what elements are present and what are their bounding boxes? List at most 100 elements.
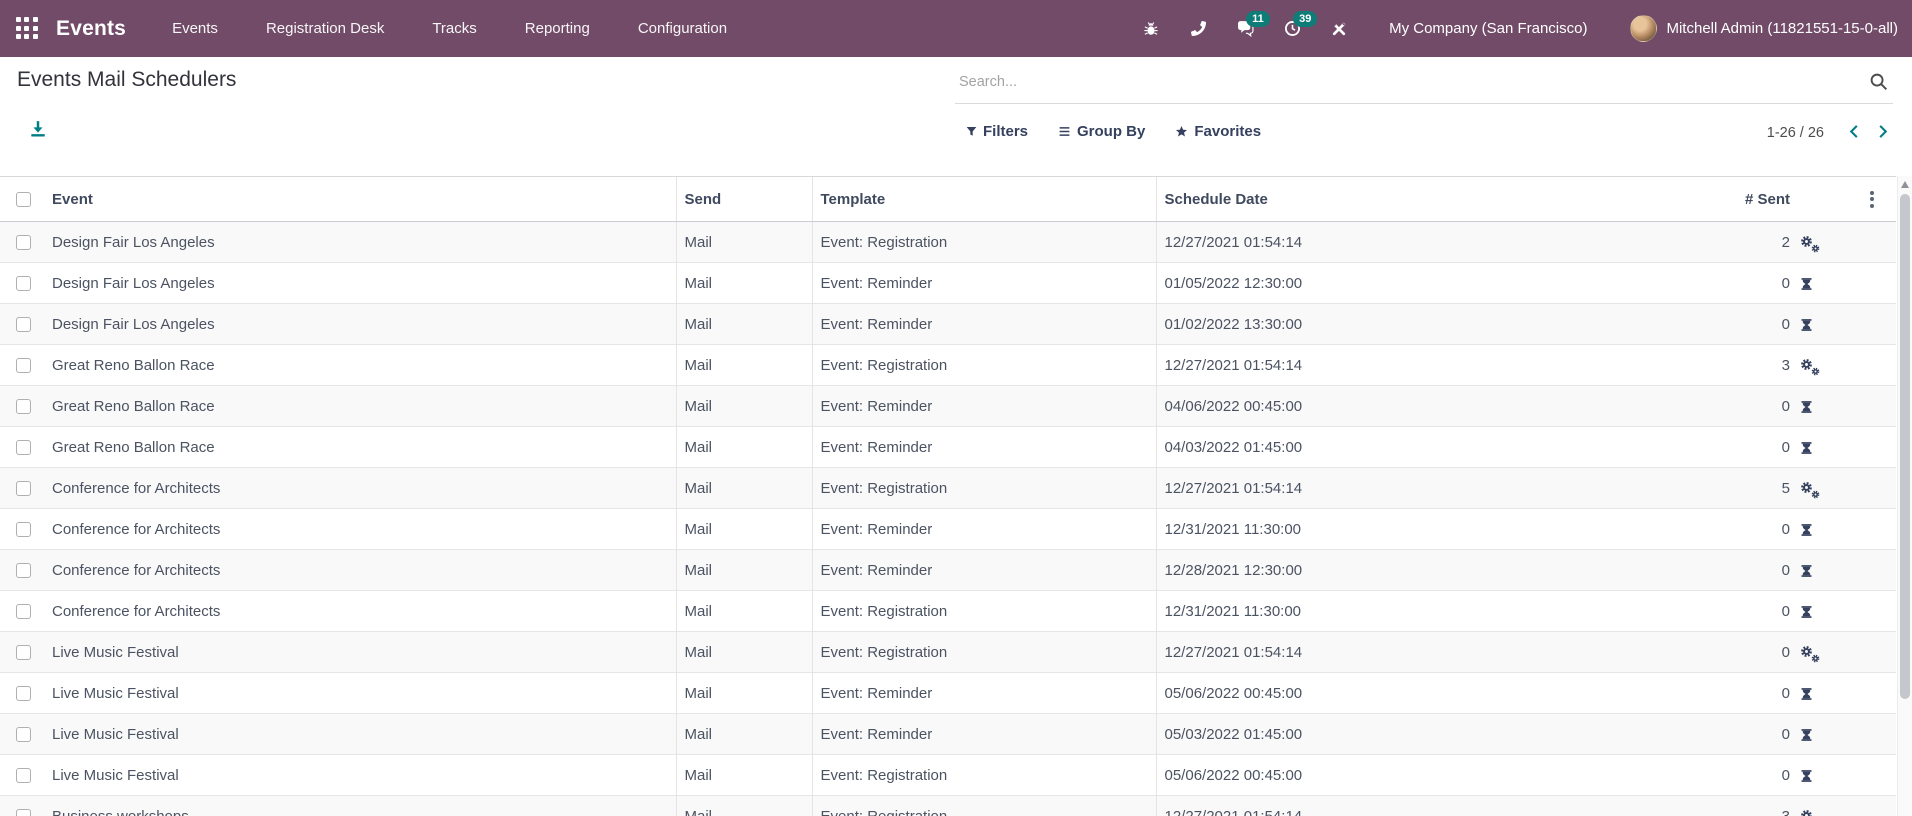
- phone-icon[interactable]: [1187, 18, 1209, 40]
- table-row[interactable]: Live Music Festival Mail Event: Reminder…: [0, 672, 1896, 714]
- row-checkbox[interactable]: [16, 603, 31, 619]
- menu-item-configuration[interactable]: Configuration: [636, 14, 729, 43]
- cell-schedule-date: 01/05/2022 12:30:00: [1155, 262, 1640, 304]
- row-checkbox[interactable]: [16, 234, 31, 250]
- table-row[interactable]: Design Fair Los Angeles Mail Event: Regi…: [0, 221, 1896, 263]
- column-header-sent[interactable]: # Sent: [1640, 176, 1796, 222]
- search-bar: [955, 60, 1893, 104]
- row-checkbox[interactable]: [16, 357, 31, 373]
- hourglass-icon: [1800, 316, 1813, 333]
- row-checkbox[interactable]: [16, 767, 31, 783]
- table-row[interactable]: Conference for Architects Mail Event: Re…: [0, 508, 1896, 550]
- row-checkbox[interactable]: [16, 398, 31, 414]
- cell-template: Event: Registration: [811, 590, 1156, 632]
- column-header-schedule-date[interactable]: Schedule Date: [1155, 176, 1640, 222]
- search-icon[interactable]: [1869, 72, 1889, 92]
- cell-sent: 0: [1640, 754, 1796, 796]
- group-by-button[interactable]: Group By: [1058, 123, 1145, 140]
- cell-send: Mail: [675, 672, 812, 714]
- row-checkbox[interactable]: [16, 316, 31, 332]
- favorites-button[interactable]: Favorites: [1175, 123, 1261, 140]
- group-by-icon: [1058, 125, 1071, 138]
- cell-sent: 3: [1640, 795, 1796, 816]
- scroll-up-arrow-icon[interactable]: [1901, 181, 1909, 188]
- cell-template: Event: Reminder: [811, 426, 1156, 468]
- cell-schedule-date: 12/27/2021 01:54:14: [1155, 467, 1640, 509]
- hourglass-icon: [1800, 767, 1813, 784]
- column-header-template[interactable]: Template: [811, 176, 1156, 222]
- table-row[interactable]: Great Reno Ballon Race Mail Event: Regis…: [0, 344, 1896, 386]
- cell-send: Mail: [675, 508, 812, 550]
- cell-sent: 3: [1640, 344, 1796, 386]
- cell-schedule-date: 12/27/2021 01:54:14: [1155, 221, 1640, 263]
- cell-template: Event: Reminder: [811, 672, 1156, 714]
- chevron-right-icon[interactable]: [1870, 121, 1894, 145]
- menu-item-registration-desk[interactable]: Registration Desk: [264, 14, 386, 43]
- table-row[interactable]: Live Music Festival Mail Event: Reminder…: [0, 713, 1896, 755]
- column-header-send[interactable]: Send: [675, 176, 812, 222]
- vertical-scrollbar[interactable]: [1897, 176, 1912, 816]
- app-brand[interactable]: Events: [56, 17, 126, 41]
- column-options-icon[interactable]: [1864, 187, 1880, 212]
- row-checkbox[interactable]: [16, 808, 31, 816]
- apps-grid-icon[interactable]: [14, 16, 40, 42]
- row-checkbox[interactable]: [16, 685, 31, 701]
- row-checkbox[interactable]: [16, 726, 31, 742]
- row-checkbox[interactable]: [16, 644, 31, 660]
- cell-send: Mail: [675, 631, 812, 673]
- menu-item-reporting[interactable]: Reporting: [523, 14, 592, 43]
- filters-button[interactable]: Filters: [966, 123, 1028, 140]
- table-row[interactable]: Conference for Architects Mail Event: Re…: [0, 590, 1896, 632]
- scrollbar-thumb[interactable]: [1900, 194, 1910, 699]
- menu-item-tracks[interactable]: Tracks: [430, 14, 478, 43]
- activity-clock-icon[interactable]: 39: [1281, 10, 1318, 40]
- app-window: Events Events Registration Desk Tracks R…: [0, 0, 1912, 816]
- user-menu[interactable]: Mitchell Admin (11821551-15-0-all): [1630, 15, 1898, 42]
- cell-template: Event: Registration: [811, 795, 1156, 816]
- cell-send: Mail: [675, 303, 812, 345]
- table-row[interactable]: Design Fair Los Angeles Mail Event: Remi…: [0, 262, 1896, 304]
- control-panel: Events Mail Schedulers Search... Filters…: [0, 57, 1912, 176]
- cell-sent: 0: [1640, 262, 1796, 304]
- export-button[interactable]: [27, 119, 49, 141]
- cell-template: Event: Reminder: [811, 508, 1156, 550]
- cell-sent: 0: [1640, 672, 1796, 714]
- table-row[interactable]: Great Reno Ballon Race Mail Event: Remin…: [0, 385, 1896, 427]
- table-row[interactable]: Conference for Architects Mail Event: Re…: [0, 549, 1896, 591]
- filter-toolbar: Filters Group By Favorites: [966, 123, 1261, 140]
- column-header-event[interactable]: Event: [44, 176, 676, 222]
- cell-template: Event: Reminder: [811, 549, 1156, 591]
- hourglass-icon: [1800, 521, 1813, 538]
- search-input[interactable]: [955, 73, 1869, 90]
- bug-icon[interactable]: [1140, 18, 1162, 40]
- cell-send: Mail: [675, 262, 812, 304]
- cell-send: Mail: [675, 221, 812, 263]
- select-all-checkbox[interactable]: [16, 191, 31, 207]
- pager: 1-26 / 26: [1767, 121, 1894, 145]
- table-row[interactable]: Great Reno Ballon Race Mail Event: Remin…: [0, 426, 1896, 468]
- tools-icon[interactable]: [1328, 18, 1350, 40]
- gears-icon: [1800, 235, 1820, 253]
- cell-schedule-date: 12/27/2021 01:54:14: [1155, 631, 1640, 673]
- table-row[interactable]: Conference for Architects Mail Event: Re…: [0, 467, 1896, 509]
- chat-icon[interactable]: 11: [1234, 10, 1270, 40]
- table-row[interactable]: Live Music Festival Mail Event: Registra…: [0, 631, 1896, 673]
- company-switcher[interactable]: My Company (San Francisco): [1389, 20, 1587, 37]
- cell-send: Mail: [675, 713, 812, 755]
- table-row[interactable]: Business workshops Mail Event: Registrat…: [0, 795, 1896, 816]
- row-checkbox[interactable]: [16, 275, 31, 291]
- gears-icon: [1800, 809, 1818, 816]
- chevron-left-icon[interactable]: [1842, 121, 1866, 145]
- cell-event: Business workshops: [44, 795, 676, 816]
- row-checkbox[interactable]: [16, 480, 31, 496]
- cell-schedule-date: 12/27/2021 01:54:14: [1155, 795, 1640, 816]
- row-checkbox[interactable]: [16, 521, 31, 537]
- menu-item-events[interactable]: Events: [170, 14, 220, 43]
- row-checkbox[interactable]: [16, 562, 31, 578]
- cell-event: Conference for Architects: [44, 549, 676, 591]
- cell-event: Live Music Festival: [44, 672, 676, 714]
- download-icon: [29, 120, 47, 141]
- table-row[interactable]: Live Music Festival Mail Event: Registra…: [0, 754, 1896, 796]
- row-checkbox[interactable]: [16, 439, 31, 455]
- table-row[interactable]: Design Fair Los Angeles Mail Event: Remi…: [0, 303, 1896, 345]
